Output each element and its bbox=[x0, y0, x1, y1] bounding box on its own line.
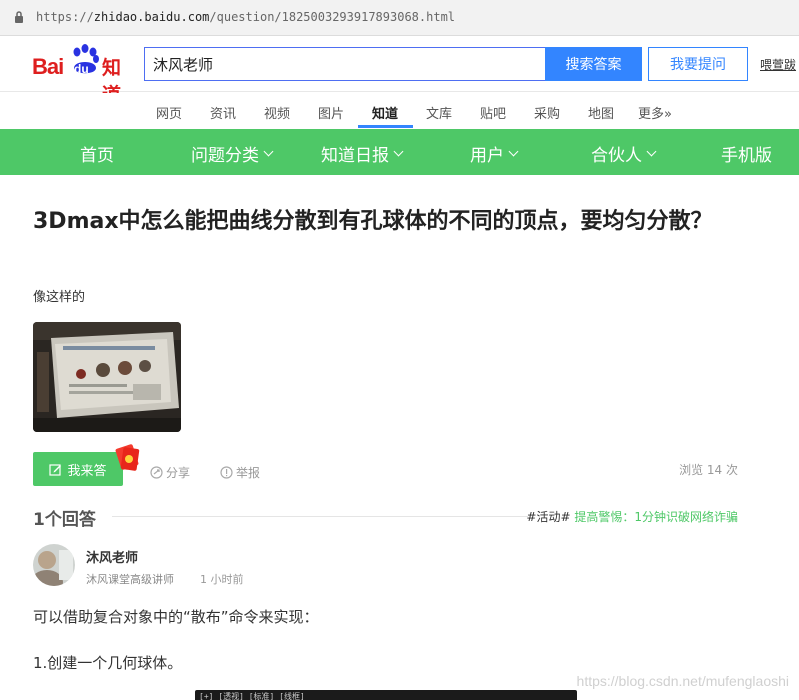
search-answer-button[interactable]: 搜索答案 bbox=[545, 47, 642, 81]
answer-paragraph: 1.创建一个几何球体。 bbox=[33, 654, 183, 672]
zhidao-main-nav: 首页 问题分类 知道日报 用户 合伙人 手机版 bbox=[0, 129, 799, 175]
watermark: https://blog.csdn.net/mufenglaoshi bbox=[576, 673, 789, 689]
tab-web[interactable]: 网页 bbox=[156, 103, 182, 122]
chevron-down-icon bbox=[393, 146, 404, 157]
nav-user[interactable]: 用户 bbox=[470, 141, 519, 166]
chevron-down-icon bbox=[508, 146, 519, 157]
nav-daily[interactable]: 知道日报 bbox=[321, 141, 404, 166]
chevron-down-icon bbox=[263, 146, 274, 157]
tab-images[interactable]: 图片 bbox=[318, 103, 344, 122]
question-photo bbox=[33, 322, 181, 432]
question-description: 像这样的 bbox=[33, 290, 86, 305]
nav-home-label: 首页 bbox=[80, 146, 114, 166]
answer-paragraph: 可以借助复合对象中的“散布”命令来实现： bbox=[33, 608, 319, 626]
active-tab-indicator bbox=[358, 125, 413, 128]
view-count: 浏览 14 次 bbox=[679, 463, 738, 477]
answer-count: 1个回答 bbox=[33, 510, 96, 530]
tab-purchase[interactable]: 采购 bbox=[534, 103, 560, 122]
edit-icon bbox=[49, 463, 62, 476]
search-input[interactable]: 沐风老师 bbox=[144, 47, 546, 81]
nav-category[interactable]: 问题分类 bbox=[191, 141, 274, 166]
logo-bai-text: Bai bbox=[32, 54, 64, 79]
question-title: 3Dmax中怎么能把曲线分散到有孔球体的不同的顶点，要均匀分散？ bbox=[33, 209, 713, 234]
report-action[interactable]: 举报 bbox=[220, 464, 260, 481]
nav-partner-label: 合伙人 bbox=[591, 146, 642, 166]
warning-icon bbox=[220, 466, 233, 479]
red-packet-icon[interactable] bbox=[110, 444, 142, 472]
ask-question-button[interactable]: 我要提问 bbox=[648, 47, 748, 81]
answer-screenshot-image[interactable]: [+] [透视] [标准] [线框] bbox=[195, 690, 577, 700]
url-text: https://zhidao.baidu.com/question/182500… bbox=[36, 10, 456, 24]
tab-map[interactable]: 地图 bbox=[588, 103, 614, 122]
answer-button-label: 我来答 bbox=[67, 463, 107, 479]
tab-more[interactable]: 更多» bbox=[638, 103, 672, 122]
nav-mobile[interactable]: 手机版 bbox=[721, 141, 772, 166]
activity-banner[interactable]: #活动# 提高警惕：1分钟识破网络诈骗 bbox=[526, 508, 738, 525]
tab-tieba[interactable]: 贴吧 bbox=[480, 103, 506, 122]
lock-icon bbox=[15, 11, 23, 23]
divider bbox=[112, 516, 528, 517]
share-action[interactable]: 分享 bbox=[150, 464, 190, 481]
answer-user-title: 沐风课堂高级讲师 bbox=[86, 573, 174, 586]
share-label: 分享 bbox=[166, 466, 191, 480]
answer-user-name[interactable]: 沐风老师 bbox=[86, 547, 138, 566]
baidu-zhidao-logo[interactable]: Bai du 知道 bbox=[32, 44, 136, 106]
share-icon bbox=[150, 466, 163, 479]
activity-tag: #活动# bbox=[526, 510, 571, 524]
nav-daily-label: 知道日报 bbox=[321, 146, 389, 166]
report-label: 举报 bbox=[236, 466, 261, 480]
tab-video[interactable]: 视频 bbox=[264, 103, 290, 122]
chevron-down-icon bbox=[646, 146, 657, 157]
site-header: Bai du 知道 沐风老师 搜索答案 我要提问 喂萱跋 bbox=[0, 36, 799, 106]
viewport-caption: [+] [透视] [标准] [线框] bbox=[199, 692, 305, 700]
avatar-image bbox=[33, 544, 75, 586]
activity-link[interactable]: 提高警惕：1分钟识破网络诈骗 bbox=[574, 510, 738, 524]
nav-category-label: 问题分类 bbox=[191, 146, 259, 166]
logo-du-text: du bbox=[74, 62, 89, 76]
question-image[interactable] bbox=[33, 322, 181, 432]
avatar[interactable] bbox=[33, 544, 75, 586]
login-link[interactable]: 喂萱跋 bbox=[760, 56, 796, 73]
product-nav-tabs: 网页 资讯 视频 图片 知道 文库 贴吧 采购 地图 更多» bbox=[0, 93, 799, 129]
answer-time: 1 小时前 bbox=[200, 573, 244, 586]
nav-user-label: 用户 bbox=[470, 146, 504, 166]
tab-wenku[interactable]: 文库 bbox=[426, 103, 452, 122]
tab-news[interactable]: 资讯 bbox=[210, 103, 236, 122]
nav-home[interactable]: 首页 bbox=[80, 141, 114, 166]
nav-partner[interactable]: 合伙人 bbox=[591, 141, 657, 166]
browser-url-bar[interactable]: https://zhidao.baidu.com/question/182500… bbox=[0, 0, 799, 36]
tab-zhidao[interactable]: 知道 bbox=[372, 103, 398, 122]
nav-mobile-label: 手机版 bbox=[721, 146, 772, 166]
